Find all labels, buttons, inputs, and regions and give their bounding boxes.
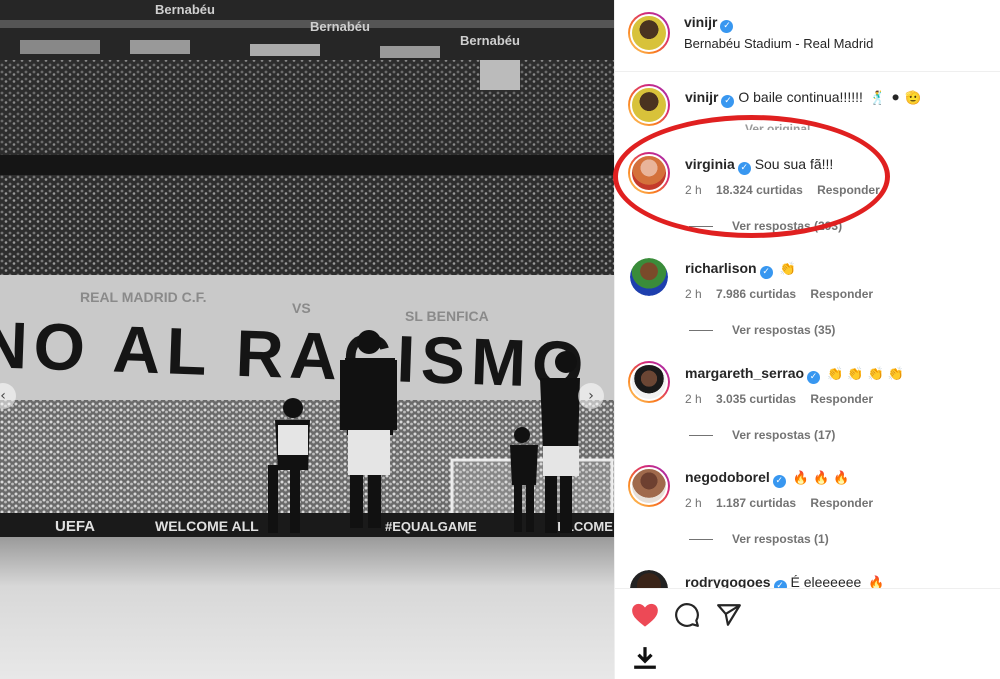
board-hashtag: #EQUALGAME	[385, 519, 477, 534]
author-avatar[interactable]	[628, 12, 670, 54]
stadium-sign-3: Bernabéu	[460, 33, 520, 48]
comment-emojis: 🔥	[868, 576, 885, 588]
verified-badge-icon: ✓	[737, 162, 751, 175]
commenter-avatar[interactable]	[628, 361, 670, 403]
comment-likes[interactable]: 1.187 curtidas	[716, 496, 796, 510]
comment-item: virginia ✓ Sou sua fã!!! 2 h 18.324 curti…	[615, 148, 1000, 240]
replies-divider	[689, 434, 713, 436]
comment-item: rodrygogoes ✓ É eleeeeee 🔥	[615, 566, 1000, 588]
banner-vs: VS	[292, 300, 311, 316]
share-button[interactable]	[716, 602, 742, 628]
comment-icon	[675, 603, 699, 627]
see-original-link[interactable]: Ver original	[745, 122, 821, 130]
comments-list[interactable]: vinijr ✓ O baile continua!!!!!! 🕺 ⚫ 🫡 Ver…	[615, 72, 1000, 588]
comment-text: É eleeeeee	[790, 574, 862, 588]
commenter-avatar[interactable]	[630, 570, 668, 588]
view-replies-label: Ver respostas (1)	[732, 532, 829, 546]
chevron-right-icon: ›	[588, 388, 594, 404]
view-replies-button[interactable]: Ver respostas (17)	[689, 428, 835, 442]
comment-item: margareth_serrao ✓ 👏 👏 👏 👏 2 h 3.035 curt…	[615, 357, 1000, 449]
comment-item: richarlison ✓ 👏 2 h 7.986 curtidas Respon…	[615, 252, 1000, 344]
view-replies-label: Ver respostas (293)	[732, 219, 843, 233]
replies-divider	[689, 225, 713, 227]
commenter-username[interactable]: rodrygogoes	[685, 574, 771, 588]
commenter-username[interactable]: negodoborel	[685, 469, 770, 485]
reply-button[interactable]: Responder	[810, 392, 873, 406]
verified-badge-icon: ✓	[720, 20, 734, 33]
comment-likes[interactable]: 18.324 curtidas	[716, 183, 803, 197]
commenter-username[interactable]: margareth_serrao	[685, 365, 804, 381]
heart-filled-icon	[632, 603, 658, 627]
comment-time: 2 h	[685, 183, 702, 197]
comment-item: negodoborel ✓ 🔥 🔥 🔥 2 h 1.187 curtidas Re…	[615, 461, 1000, 553]
download-icon	[634, 647, 656, 669]
comment-likes[interactable]: 3.035 curtidas	[716, 392, 796, 406]
comment-button[interactable]	[674, 602, 700, 628]
commenter-username[interactable]: richarlison	[685, 260, 757, 276]
view-replies-button[interactable]: Ver respostas (293)	[689, 219, 842, 233]
comment-text: O baile continua!!!!!!	[738, 89, 863, 105]
comment-time: 2 h	[685, 287, 702, 301]
post-header: vinijr ✓ Bernabéu Stadium - Real Madrid	[615, 0, 1000, 72]
comment-likes[interactable]: 7.986 curtidas	[716, 287, 796, 301]
commenter-username[interactable]: virginia	[685, 156, 735, 172]
comment-emojis: 👏	[779, 262, 796, 277]
verified-badge-icon: ✓	[759, 266, 773, 279]
like-button[interactable]	[631, 602, 659, 628]
post-photo: Bernabéu Bernabéu Bernabéu REAL MADRID C…	[0, 0, 614, 679]
view-replies-label: Ver respostas (17)	[732, 428, 836, 442]
stadium-sign-2: Bernabéu	[310, 19, 370, 34]
commenter-avatar[interactable]	[628, 152, 670, 194]
stadium-sign-1: Bernabéu	[155, 2, 215, 17]
post-actions-bar	[615, 588, 1000, 679]
comment-text: Sou sua fã!!!	[754, 156, 834, 172]
verified-badge-icon: ✓	[772, 475, 786, 488]
post-location[interactable]: Bernabéu Stadium - Real Madrid	[684, 36, 873, 51]
stadium-photo: Bernabéu Bernabéu Bernabéu REAL MADRID C…	[0, 0, 614, 679]
comment-emojis: 👏 👏 👏 👏	[826, 367, 905, 382]
commenter-avatar[interactable]	[628, 465, 670, 507]
download-button[interactable]	[631, 645, 659, 671]
comment-emojis: 🕺 ⚫ 🫡	[869, 91, 922, 106]
reply-button[interactable]: Responder	[817, 183, 880, 197]
verified-badge-icon: ✓	[807, 371, 821, 384]
view-replies-button[interactable]: Ver respostas (35)	[689, 323, 835, 337]
verified-badge-icon: ✓	[721, 95, 735, 108]
board-welcome: WELCOME ALL	[155, 518, 259, 534]
reply-button[interactable]: Responder	[810, 287, 873, 301]
author-username[interactable]: vinijr	[684, 14, 717, 30]
reply-button[interactable]: Responder	[810, 496, 873, 510]
see-original-label: Ver original	[745, 122, 811, 130]
commenter-avatar[interactable]	[628, 84, 670, 126]
commenter-avatar[interactable]	[630, 258, 668, 296]
comment-emojis: 🔥 🔥 🔥	[792, 471, 850, 486]
verified-badge-icon: ✓	[773, 580, 787, 588]
comment-time: 2 h	[685, 496, 702, 510]
paper-plane-icon	[717, 604, 741, 626]
next-photo-button[interactable]: ›	[578, 383, 604, 409]
replies-divider	[689, 329, 713, 331]
post-side-panel: vinijr ✓ Bernabéu Stadium - Real Madrid v…	[614, 0, 1000, 679]
commenter-username[interactable]: vinijr	[685, 89, 718, 105]
banner-team-home: REAL MADRID C.F.	[80, 289, 207, 305]
chevron-left-icon: ‹	[0, 388, 6, 404]
view-replies-label: Ver respostas (35)	[732, 323, 836, 337]
comment-time: 2 h	[685, 392, 702, 406]
caption-comment: vinijr ✓ O baile continua!!!!!! 🕺 ⚫ 🫡 Ver…	[615, 80, 1000, 135]
view-replies-button[interactable]: Ver respostas (1)	[689, 532, 829, 546]
replies-divider	[689, 538, 713, 540]
board-uefa: UEFA	[55, 518, 95, 535]
